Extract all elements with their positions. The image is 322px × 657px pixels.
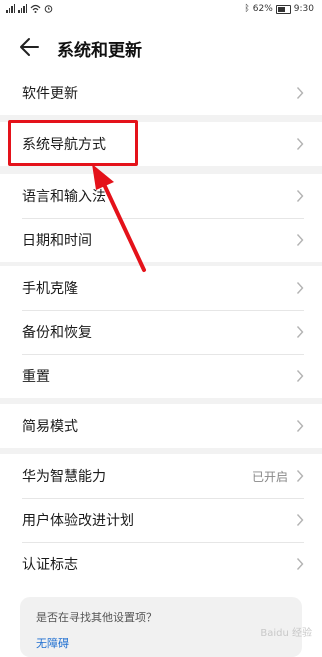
clock-time: 9:30 bbox=[293, 4, 314, 14]
chevron-right-icon bbox=[296, 326, 304, 338]
menu-item-label: 用户体验改进计划 bbox=[22, 513, 134, 529]
back-arrow-icon[interactable] bbox=[18, 36, 42, 58]
annotation-arrow-icon bbox=[92, 164, 146, 272]
page-title: 系统和更新 bbox=[57, 41, 142, 61]
status-right: ᛒ 62% 9:30 bbox=[244, 4, 314, 14]
chevron-right-icon bbox=[296, 420, 304, 432]
menu-item-date-time[interactable]: 日期和时间 bbox=[0, 218, 322, 262]
alarm-icon bbox=[44, 5, 53, 13]
watermark: Baidu 经验 bbox=[260, 628, 312, 639]
menu-item-language-input[interactable]: 语言和输入法 bbox=[0, 174, 322, 218]
signal-icon-2 bbox=[18, 4, 27, 13]
signal-icon bbox=[6, 4, 15, 13]
accessibility-link[interactable]: 无障碍 bbox=[36, 635, 69, 651]
status-left bbox=[6, 4, 53, 13]
bluetooth-icon: ᛒ bbox=[244, 4, 250, 14]
menu-item-label: 华为智慧能力 bbox=[22, 469, 106, 485]
header: 系统和更新 bbox=[0, 26, 322, 68]
menu-item-software-update[interactable]: 软件更新 bbox=[0, 71, 322, 115]
menu-item-status-value: 已开启 bbox=[251, 469, 288, 484]
settings-group-backup: 手机克隆 备份和恢复 重置 bbox=[0, 266, 322, 398]
menu-item-phone-clone[interactable]: 手机克隆 bbox=[0, 266, 322, 310]
chevron-right-icon bbox=[296, 87, 304, 99]
chevron-right-icon bbox=[296, 558, 304, 570]
menu-item-label: 简易模式 bbox=[22, 419, 78, 435]
menu-item-label: 软件更新 bbox=[22, 86, 78, 102]
wifi-icon bbox=[30, 4, 41, 13]
settings-group-simple-mode: 简易模式 bbox=[0, 404, 322, 448]
menu-item-label: 认证标志 bbox=[22, 557, 78, 573]
suggestion-question: 是否在寻找其他设置项？ bbox=[36, 611, 157, 624]
battery-icon bbox=[275, 4, 291, 14]
status-bar: ᛒ 62% 9:30 bbox=[0, 0, 322, 20]
menu-item-user-experience[interactable]: 用户体验改进计划 bbox=[0, 498, 322, 542]
battery-percent: 62% bbox=[252, 4, 273, 14]
chevron-right-icon bbox=[296, 190, 304, 202]
menu-item-label: 手机克隆 bbox=[22, 281, 78, 297]
settings-group-update: 软件更新 bbox=[0, 71, 322, 115]
menu-item-certification[interactable]: 认证标志 bbox=[0, 542, 322, 586]
menu-item-huawei-intelligence[interactable]: 华为智慧能力 已开启 bbox=[0, 454, 322, 498]
chevron-right-icon bbox=[296, 370, 304, 382]
group-separator bbox=[0, 166, 322, 174]
chevron-right-icon bbox=[296, 514, 304, 526]
menu-item-label: 备份和恢复 bbox=[22, 325, 92, 341]
menu-item-reset[interactable]: 重置 bbox=[0, 354, 322, 398]
chevron-right-icon bbox=[296, 470, 304, 482]
settings-group-intelligence: 华为智慧能力 已开启 用户体验改进计划 认证标志 bbox=[0, 454, 322, 586]
menu-item-backup-restore[interactable]: 备份和恢复 bbox=[0, 310, 322, 354]
menu-item-label: 重置 bbox=[22, 369, 50, 385]
settings-group-language-time: 语言和输入法 日期和时间 bbox=[0, 174, 322, 262]
chevron-right-icon bbox=[296, 138, 304, 150]
chevron-right-icon bbox=[296, 234, 304, 246]
menu-item-simple-mode[interactable]: 简易模式 bbox=[0, 404, 322, 448]
chevron-right-icon bbox=[296, 282, 304, 294]
